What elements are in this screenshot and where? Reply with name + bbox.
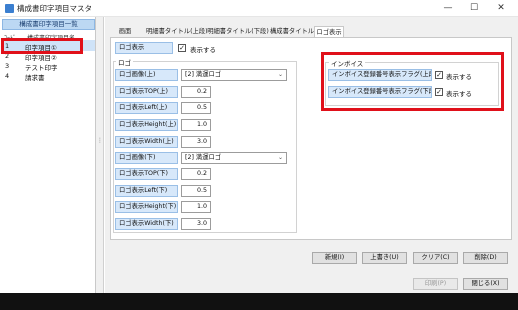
- highlight-annotation-selected-item: [1, 38, 83, 54]
- tab-statement-title-upper[interactable]: 明細書タイトル(上段): [146, 26, 208, 37]
- tab-logo-display[interactable]: ロゴ表示: [314, 26, 344, 37]
- app-icon: [5, 4, 14, 13]
- logo-group-title: ロゴ: [116, 57, 133, 67]
- list-item-code: 4: [5, 72, 10, 80]
- logo-left-upper-input[interactable]: 0.5: [181, 102, 211, 114]
- logo-top-lower-input[interactable]: 0.2: [181, 168, 211, 180]
- logo-top-lower-label[interactable]: ロゴ表示TOP(下): [115, 168, 178, 180]
- list-item-name: 請求書: [25, 74, 45, 82]
- logo-height-lower-label[interactable]: ロゴ表示Height(下): [115, 201, 178, 213]
- tab-screen[interactable]: 画面: [110, 26, 140, 37]
- new-button[interactable]: 新規(I): [312, 252, 357, 264]
- close-button[interactable]: 閉じる(X): [463, 278, 508, 290]
- lower-logo-image-value: [2] 満運ロゴ: [185, 154, 222, 161]
- lower-logo-image-label[interactable]: ロゴ画像(下): [115, 152, 178, 164]
- splitter-grip-icon: ⋮: [97, 137, 103, 144]
- logo-height-upper-input[interactable]: 1.0: [181, 119, 211, 131]
- logo-left-lower-label[interactable]: ロゴ表示Left(下): [115, 185, 178, 197]
- logo-top-upper-label[interactable]: ロゴ表示TOP(上): [115, 86, 178, 98]
- logo-height-upper-label[interactable]: ロゴ表示Height(上): [115, 119, 178, 131]
- list-item[interactable]: 3 テスト印字: [0, 61, 96, 72]
- clear-button[interactable]: クリア(C): [413, 252, 458, 264]
- logo-height-lower-input[interactable]: 1.0: [181, 201, 211, 213]
- tab-composition-title[interactable]: 構成書タイトル: [270, 26, 314, 37]
- logo-left-lower-input[interactable]: 0.5: [181, 185, 211, 197]
- upper-logo-image-select[interactable]: [2] 満運ロゴ ⌄: [181, 69, 287, 81]
- list-item[interactable]: 4 請求書: [0, 71, 96, 82]
- chevron-down-icon: ⌄: [277, 71, 283, 78]
- chevron-down-icon: ⌄: [277, 154, 283, 161]
- taskbar-strip: [0, 293, 518, 310]
- logo-display-label-button[interactable]: ロゴ表示: [115, 42, 173, 54]
- upper-logo-image-value: [2] 満運ロゴ: [185, 71, 222, 78]
- minimize-button[interactable]: —: [435, 0, 461, 17]
- maximize-button[interactable]: ☐: [461, 0, 487, 17]
- lower-logo-image-select[interactable]: [2] 満運ロゴ ⌄: [181, 152, 287, 164]
- tab-statement-title-lower[interactable]: 明細書タイトル(下段): [207, 26, 269, 37]
- highlight-annotation-invoice: [321, 52, 504, 111]
- print-button[interactable]: 印刷(P): [413, 278, 458, 290]
- logo-display-checkbox[interactable]: ✓: [178, 44, 186, 52]
- delete-button[interactable]: 削除(D): [463, 252, 508, 264]
- logo-display-checkbox-label: 表示する: [190, 46, 216, 54]
- logo-width-lower-label[interactable]: ロゴ表示Width(下): [115, 218, 178, 230]
- logo-width-upper-input[interactable]: 3.0: [181, 136, 211, 148]
- window-title: 構成書印字項目マスタ: [17, 4, 92, 13]
- panel-splitter[interactable]: [96, 17, 104, 293]
- logo-width-lower-input[interactable]: 3.0: [181, 218, 211, 230]
- list-item-code: 3: [5, 62, 10, 70]
- logo-top-upper-input[interactable]: 0.2: [181, 86, 211, 98]
- item-list-header: 構成書印字項目一覧: [2, 19, 95, 30]
- logo-left-upper-label[interactable]: ロゴ表示Left(上): [115, 102, 178, 114]
- overwrite-button[interactable]: 上書き(U): [362, 252, 407, 264]
- close-window-button[interactable]: ✕: [488, 0, 514, 17]
- upper-logo-image-label[interactable]: ロゴ画像(上): [115, 69, 178, 81]
- logo-width-upper-label[interactable]: ロゴ表示Width(上): [115, 136, 178, 148]
